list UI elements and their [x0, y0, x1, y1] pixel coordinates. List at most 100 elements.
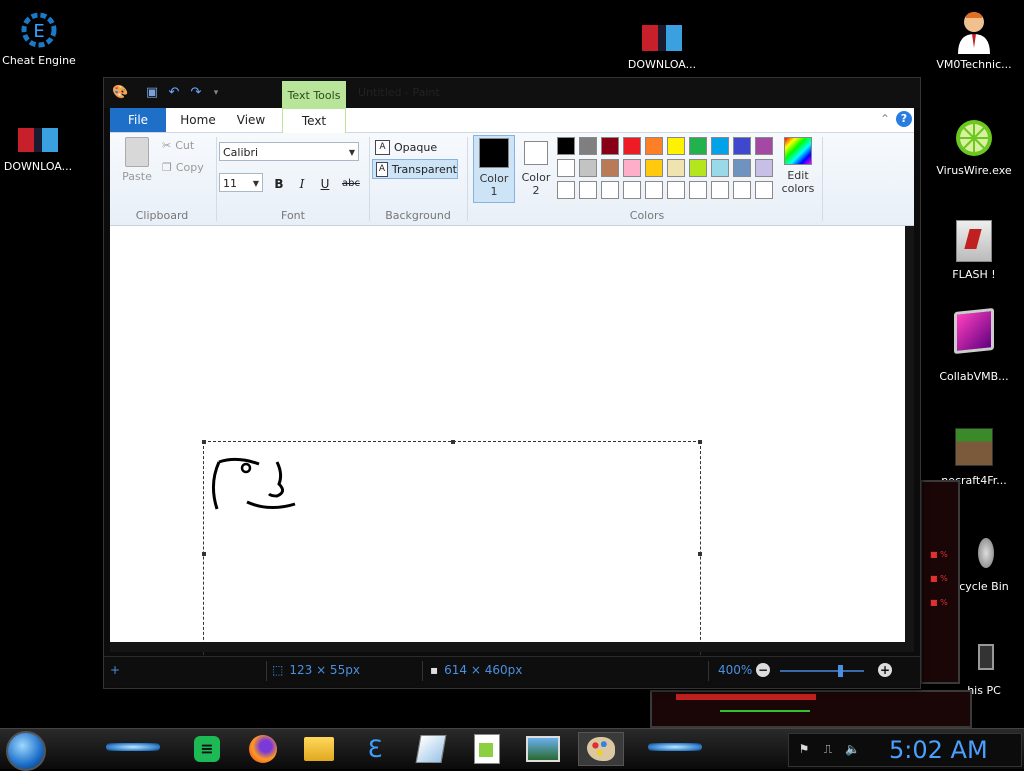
palette-swatch[interactable] [711, 137, 729, 155]
desktop-icon-download-2[interactable]: DOWNLOA... [0, 124, 78, 173]
palette-swatch[interactable] [623, 181, 641, 199]
font-size-select[interactable]: 11 ▼ [219, 173, 263, 192]
taskbar-app-cheat-engine[interactable]: Ɛ [352, 732, 398, 766]
paste-button[interactable]: Paste [118, 137, 156, 183]
tab-home[interactable]: Home [170, 108, 226, 132]
spotify-icon: ≡ [194, 736, 220, 762]
firefox-icon [249, 735, 277, 763]
taskbar-app-firefox[interactable] [240, 732, 286, 766]
text-input-box[interactable] [202, 440, 702, 666]
palette-swatch[interactable] [689, 181, 707, 199]
color2-button[interactable]: Color 2 [516, 135, 556, 201]
taskbar-app-paint[interactable] [578, 732, 624, 766]
speaker-icon[interactable]: 🔈 [845, 742, 860, 756]
palette-swatch[interactable] [623, 159, 641, 177]
horizontal-scrollbar[interactable] [110, 642, 914, 652]
palette-swatch[interactable] [667, 159, 685, 177]
palette-swatch[interactable] [755, 159, 773, 177]
palette-swatch[interactable] [733, 137, 751, 155]
copy-button[interactable]: ❐ Copy [162, 161, 204, 174]
tab-text[interactable]: Text [282, 108, 346, 134]
text-tools-contextual-tab: Text Tools [282, 81, 346, 108]
redo-icon[interactable]: ↷ [188, 85, 204, 101]
tab-view[interactable]: View [226, 108, 276, 132]
palette-swatch[interactable] [557, 181, 575, 199]
start-button[interactable] [6, 731, 46, 771]
palette-swatch[interactable] [733, 159, 751, 177]
palette-swatch[interactable] [689, 137, 707, 155]
palette-swatch[interactable] [755, 181, 773, 199]
clock[interactable]: 5:02 AM [889, 734, 988, 766]
zoom-slider-thumb[interactable] [838, 665, 843, 677]
palette-swatch[interactable] [711, 159, 729, 177]
resize-handle[interactable] [451, 440, 455, 444]
customize-toolbar-icon[interactable]: ▾ [208, 85, 224, 101]
palette-swatch[interactable] [579, 181, 597, 199]
help-icon[interactable]: ? [896, 111, 912, 127]
palette-swatch[interactable] [601, 159, 619, 177]
palette-swatch[interactable] [733, 181, 751, 199]
title-bar[interactable]: 🎨 ▣ ↶ ↷ ▾ Text Tools Untitled - Paint [104, 78, 920, 108]
desktop-icon-viruswire[interactable]: VirusWire.exe [934, 116, 1014, 177]
palette-swatch[interactable] [579, 159, 597, 177]
drawing-canvas[interactable] [110, 226, 905, 666]
paint-app-icon[interactable]: 🎨 [112, 85, 128, 101]
color1-button[interactable]: Color 1 [473, 135, 515, 203]
desktop-icon-minecraft[interactable]: necraft4Fr... [934, 424, 1014, 487]
desktop-icon-collabvm[interactable]: CollabVMB... [934, 296, 1014, 383]
palette-swatch[interactable] [645, 137, 663, 155]
zoom-slider[interactable] [780, 670, 864, 672]
resize-handle[interactable] [698, 552, 702, 556]
lime-icon [954, 116, 994, 160]
palette-swatch[interactable] [667, 137, 685, 155]
ribbon-tab-bar: File Home View Text ⌃ ? [110, 108, 914, 134]
palette-swatch[interactable] [623, 137, 641, 155]
cut-button[interactable]: ✂ Cut [162, 139, 194, 152]
palette-swatch[interactable] [755, 137, 773, 155]
taskbar-app-notepadpp[interactable] [464, 732, 510, 766]
taskbar-app-photos[interactable] [520, 732, 566, 766]
desktop-icon-download-1[interactable]: DOWNLOA... [622, 22, 702, 71]
undo-icon[interactable]: ↶ [166, 85, 182, 101]
zoom-in-button[interactable]: + [878, 663, 892, 677]
download-image-icon [18, 124, 58, 156]
transparent-option[interactable]: A Transparent [372, 159, 458, 179]
taskbar-app-spotify[interactable]: ≡ [184, 732, 230, 766]
underline-button[interactable]: U [316, 175, 334, 193]
bold-button[interactable]: B [270, 175, 288, 193]
paint-window[interactable]: 🎨 ▣ ↶ ↷ ▾ Text Tools Untitled - Paint Fi… [103, 77, 921, 689]
palette-swatch[interactable] [645, 181, 663, 199]
desktop-icon-flash[interactable]: FLASH ! [934, 218, 1014, 281]
edit-colors-button[interactable]: Edit colors [778, 135, 818, 195]
opaque-option[interactable]: A Opaque [372, 137, 458, 157]
palette-swatch[interactable] [601, 181, 619, 199]
group-label-clipboard: Clipboard [135, 209, 189, 222]
canvas-size: ▪ 614 × 460px [430, 663, 523, 677]
palette-swatch[interactable] [557, 137, 575, 155]
resize-handle[interactable] [202, 552, 206, 556]
palette-swatch[interactable] [645, 159, 663, 177]
taskbar-app-explorer[interactable] [296, 732, 342, 766]
strikethrough-button[interactable]: abc [338, 175, 364, 193]
vertical-scrollbar[interactable] [905, 226, 914, 642]
palette-swatch[interactable] [601, 137, 619, 155]
flag-icon[interactable]: ⚑ [797, 742, 811, 756]
palette-swatch[interactable] [667, 181, 685, 199]
zoom-out-button[interactable]: − [756, 663, 770, 677]
resize-handle[interactable] [698, 440, 702, 444]
italic-button[interactable]: I [293, 175, 311, 193]
chevron-up-icon[interactable]: ⌃ [880, 112, 890, 126]
palette-swatch[interactable] [711, 181, 729, 199]
desktop-icon-cheat-engine[interactable]: E Cheat Engine [0, 10, 79, 67]
tab-file[interactable]: File [110, 108, 166, 132]
palette-swatch[interactable] [557, 159, 575, 177]
palette-swatch[interactable] [579, 137, 597, 155]
palette-swatch[interactable] [689, 159, 707, 177]
taskbar-app-notebook[interactable] [408, 732, 454, 766]
resize-handle[interactable] [202, 440, 206, 444]
notepadpp-icon [474, 734, 500, 764]
save-icon[interactable]: ▣ [144, 85, 160, 101]
desktop-icon-vm0technic[interactable]: VM0Technic... [934, 8, 1014, 71]
font-family-select[interactable]: Calibri ▼ [219, 142, 359, 161]
network-icon[interactable]: ⎍ [821, 742, 835, 756]
